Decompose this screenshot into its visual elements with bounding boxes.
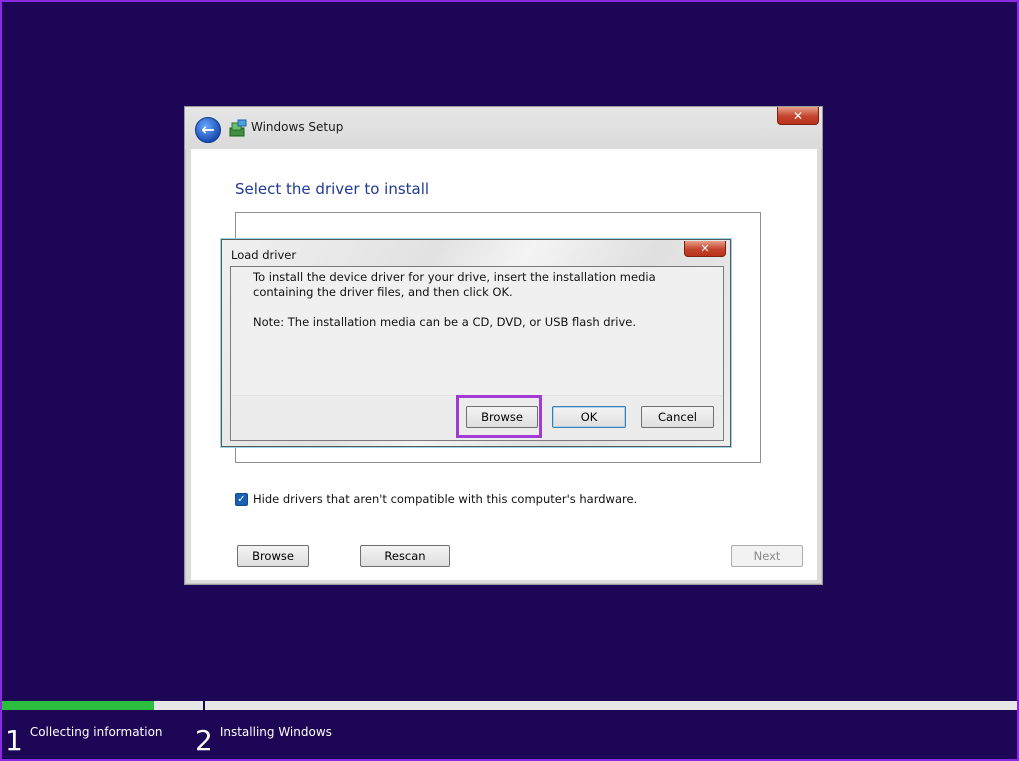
rescan-button[interactable]: Rescan bbox=[360, 545, 450, 567]
checkmark-icon: ✓ bbox=[237, 493, 246, 505]
browse-button[interactable]: Browse bbox=[237, 545, 309, 567]
step-label: Collecting information bbox=[29, 725, 163, 739]
windows-setup-icon bbox=[229, 119, 247, 137]
hide-drivers-checkbox[interactable]: ✓ bbox=[235, 492, 248, 506]
step-number: 1 bbox=[5, 724, 23, 757]
next-button[interactable]: Next bbox=[731, 545, 803, 567]
back-arrow-icon[interactable]: ← bbox=[195, 117, 221, 143]
window-close-button[interactable]: ✕ bbox=[777, 107, 819, 125]
dialog-button-bar: Browse OK Cancel bbox=[232, 395, 722, 440]
dialog-close-button[interactable]: ✕ bbox=[684, 241, 726, 257]
dialog-title: Load driver bbox=[231, 248, 297, 262]
step-installing-windows: 2 Installing Windows bbox=[195, 718, 332, 756]
browse-button-label: Browse bbox=[252, 549, 294, 563]
step-label: Installing Windows bbox=[219, 725, 332, 739]
window-title: Windows Setup bbox=[251, 120, 344, 134]
dialog-cancel-button[interactable]: Cancel bbox=[641, 406, 714, 428]
dialog-cancel-label: Cancel bbox=[658, 410, 697, 424]
setup-progress-bar bbox=[2, 701, 1017, 710]
step-number: 2 bbox=[195, 724, 213, 757]
step-collecting-information: 1 Collecting information bbox=[5, 718, 163, 756]
progress-step-divider bbox=[203, 701, 205, 711]
next-button-label: Next bbox=[753, 549, 781, 563]
dialog-message: To install the device driver for your dr… bbox=[253, 270, 656, 299]
hide-drivers-option[interactable]: ✓ Hide drivers that aren't compatible wi… bbox=[235, 491, 637, 507]
rescan-button-label: Rescan bbox=[384, 549, 426, 563]
load-driver-dialog: Load driver ✕ To install the device driv… bbox=[221, 239, 731, 447]
close-icon: ✕ bbox=[792, 108, 804, 123]
dialog-ok-button[interactable]: OK bbox=[552, 406, 626, 428]
dialog-ok-label: OK bbox=[580, 410, 598, 424]
title-bar: ← Windows Setup ✕ bbox=[185, 107, 822, 149]
setup-progress-fill bbox=[2, 701, 155, 710]
dialog-browse-button[interactable]: Browse bbox=[466, 406, 538, 428]
hide-drivers-label: Hide drivers that aren't compatible with… bbox=[253, 492, 638, 506]
page-title: Select the driver to install bbox=[235, 180, 430, 198]
dialog-browse-label: Browse bbox=[481, 410, 523, 424]
dialog-note: Note: The installation media can be a CD… bbox=[253, 315, 637, 329]
close-icon: ✕ bbox=[700, 242, 710, 255]
dialog-body: To install the device driver for your dr… bbox=[230, 266, 724, 441]
